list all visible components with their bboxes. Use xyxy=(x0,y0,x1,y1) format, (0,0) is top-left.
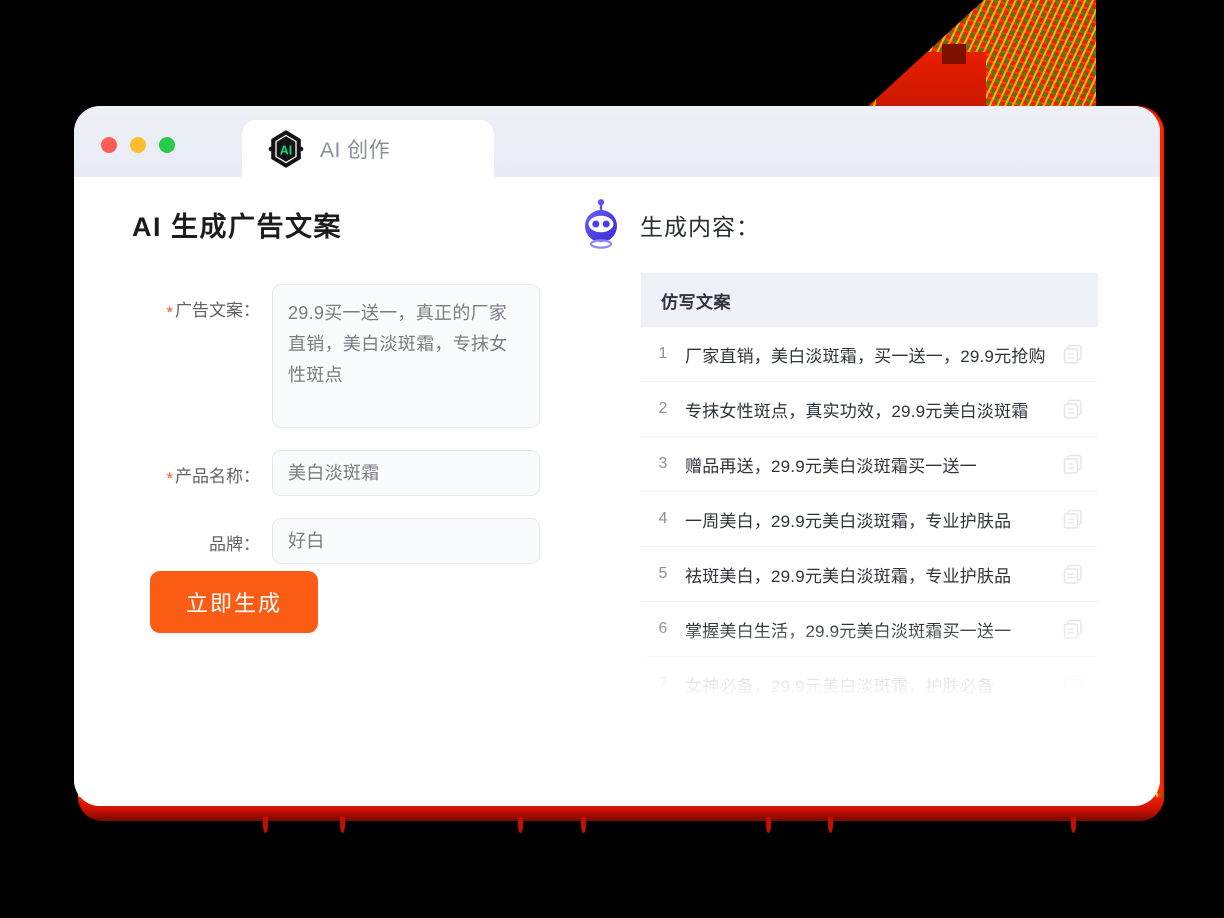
window-body: AI 生成广告文案 * 广告文案： 29.9买一送一，真正的厂家直销，美白淡斑霜，… xyxy=(74,177,1160,806)
ai-hexagon-logo-icon: AI xyxy=(266,129,306,169)
results-pane: 生成内容： 仿写文案 1 厂家直销，美白淡斑霜，买一送一，29.9元抢购 2 专… xyxy=(571,177,1160,806)
table-row[interactable]: 7 女神必备，29.9元美白淡斑霜，护肤必备 xyxy=(641,657,1098,703)
row-text: 一周美白，29.9元美白淡斑霜，专业护肤品 xyxy=(685,511,1012,531)
field-ad-copy: * 广告文案： 29.9买一送一，真正的厂家直销，美白淡斑霜，专抹女性斑点 xyxy=(132,284,571,428)
copy-icon[interactable] xyxy=(1062,618,1084,640)
row-index: 2 xyxy=(658,400,668,417)
screenshot-stage: AI AI 创作 AI 生成广告文案 * 广告文案： 29.9买一送一，真正的厂家… xyxy=(0,0,1224,918)
field-product-name-label-text: 产品名称： xyxy=(175,467,260,486)
minimize-button[interactable] xyxy=(130,137,146,153)
maximize-button[interactable] xyxy=(159,137,175,153)
app-window: AI AI 创作 AI 生成广告文案 * 广告文案： 29.9买一送一，真正的厂家… xyxy=(74,106,1160,806)
ad-copy-textarea[interactable]: 29.9买一送一，真正的厂家直销，美白淡斑霜，专抹女性斑点 xyxy=(272,284,540,428)
field-ad-copy-label: * 广告文案： xyxy=(132,284,272,323)
tab-label: AI 创作 xyxy=(320,138,391,162)
row-index: 6 xyxy=(658,620,668,637)
product-name-input[interactable]: 美白淡斑霜 xyxy=(272,450,540,496)
row-index: 7 xyxy=(658,675,668,692)
copy-icon[interactable] xyxy=(1062,508,1084,530)
results-title: 生成内容： xyxy=(640,214,760,240)
table-column-header: 仿写文案 xyxy=(641,273,1098,327)
copy-icon[interactable] xyxy=(1062,343,1084,365)
field-product-name: * 产品名称： 美白淡斑霜 xyxy=(132,450,571,496)
row-text: 厂家直销，美白淡斑霜，买一送一，29.9元抢购 xyxy=(685,346,1046,366)
page-title: AI 生成广告文案 xyxy=(132,212,343,242)
copy-icon[interactable] xyxy=(1062,673,1084,695)
copy-icon[interactable] xyxy=(1062,453,1084,475)
field-brand-label: 品牌： xyxy=(209,535,260,554)
window-titlebar: AI AI 创作 xyxy=(74,106,1160,177)
table-row[interactable]: 6 掌握美白生活，29.9元美白淡斑霜买一送一 xyxy=(641,602,1098,657)
row-index: 3 xyxy=(658,455,668,472)
window-controls xyxy=(101,137,175,153)
table-row[interactable]: 5 祛斑美白，29.9元美白淡斑霜，专业护肤品 xyxy=(641,547,1098,602)
tab-ai-creation[interactable]: AI AI 创作 xyxy=(242,120,494,177)
svg-text:AI: AI xyxy=(280,143,293,157)
row-index: 4 xyxy=(658,510,668,527)
decorative-corner-graphic xyxy=(868,0,1096,110)
field-ad-copy-label-text: 广告文案： xyxy=(175,301,260,320)
row-text: 赠品再送，29.9元美白淡斑霜买一送一 xyxy=(685,456,977,476)
brand-input[interactable]: 好白 xyxy=(272,518,540,564)
row-text: 专抹女性斑点，真实功效，29.9元美白淡斑霜 xyxy=(685,401,1029,421)
form-pane: AI 生成广告文案 * 广告文案： 29.9买一送一，真正的厂家直销，美白淡斑霜，… xyxy=(74,177,571,806)
row-index: 1 xyxy=(658,345,668,362)
table-row[interactable]: 4 一周美白，29.9元美白淡斑霜，专业护肤品 xyxy=(641,492,1098,547)
field-product-name-label: * 产品名称： xyxy=(132,450,272,489)
generate-button[interactable]: 立即生成 xyxy=(150,571,318,633)
copy-icon[interactable] xyxy=(1062,398,1084,420)
field-brand: 品牌： 好白 xyxy=(132,518,571,564)
copy-icon[interactable] xyxy=(1062,563,1084,585)
robot-head-icon xyxy=(579,199,623,251)
results-header: 生成内容： xyxy=(579,199,1098,251)
row-text: 掌握美白生活，29.9元美白淡斑霜买一送一 xyxy=(685,621,1012,641)
row-text: 女神必备，29.9元美白淡斑霜，护肤必备 xyxy=(685,676,995,696)
row-text: 祛斑美白，29.9元美白淡斑霜，专业护肤品 xyxy=(685,566,1012,586)
table-row[interactable]: 3 赠品再送，29.9元美白淡斑霜买一送一 xyxy=(641,437,1098,492)
close-button[interactable] xyxy=(101,137,117,153)
row-index: 5 xyxy=(658,565,668,582)
required-asterisk-icon: * xyxy=(166,303,173,322)
required-asterisk-icon: * xyxy=(166,469,173,488)
table-row[interactable]: 2 专抹女性斑点，真实功效，29.9元美白淡斑霜 xyxy=(641,382,1098,437)
table-row[interactable]: 1 厂家直销，美白淡斑霜，买一送一，29.9元抢购 xyxy=(641,327,1098,382)
results-table: 仿写文案 1 厂家直销，美白淡斑霜，买一送一，29.9元抢购 2 专抹女性斑点，… xyxy=(641,273,1098,703)
